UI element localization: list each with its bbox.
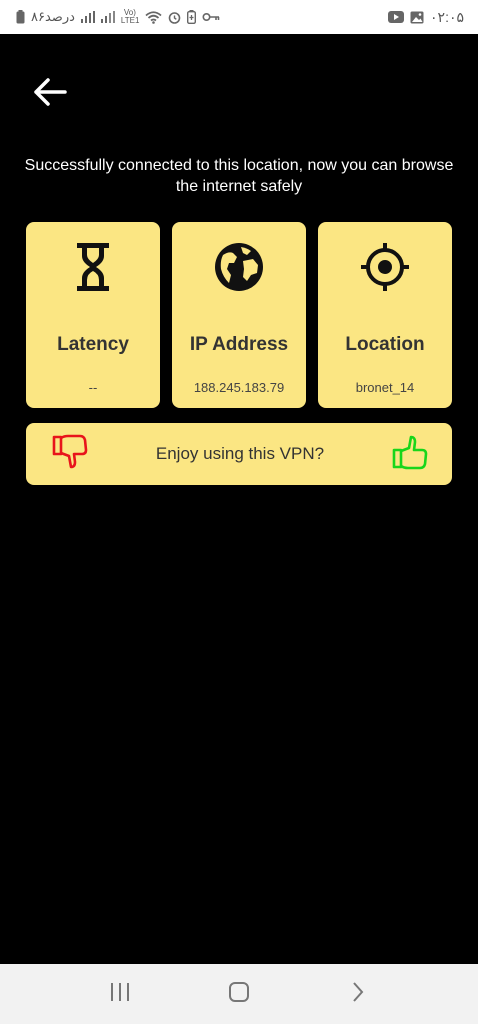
ip-address-card: IP Address 188.245.183.79 xyxy=(172,222,306,408)
network-type: Vo) LTE1 xyxy=(120,8,140,25)
alarm-icon xyxy=(168,11,181,24)
back-button[interactable] xyxy=(28,72,72,116)
system-back-button[interactable] xyxy=(333,969,383,1019)
latency-value: -- xyxy=(88,380,98,395)
signal-icon xyxy=(100,11,115,23)
info-cards: Latency -- IP Address 188.245.183.79 Loc… xyxy=(26,222,452,408)
home-button[interactable] xyxy=(214,969,264,1019)
thumbs-up-icon xyxy=(392,434,428,475)
battery-icon xyxy=(16,10,25,24)
latency-card: Latency -- xyxy=(26,222,160,408)
location-title: Location xyxy=(345,334,425,355)
back-icon xyxy=(351,981,365,1008)
ip-address-title: IP Address xyxy=(189,334,289,355)
like-button[interactable] xyxy=(390,434,430,474)
battery-percent: ٨۶درصد xyxy=(31,9,75,24)
status-bar-left: ٨۶درصد Vo) LTE1 xyxy=(16,9,220,25)
ip-address-value: 188.245.183.79 xyxy=(193,380,285,395)
location-value: bronet_14 xyxy=(355,380,415,395)
battery-saver-icon xyxy=(186,10,196,24)
location-card: Location bronet_14 xyxy=(318,222,452,408)
system-nav-bar xyxy=(0,964,478,1024)
connection-message: Successfully connected to this location,… xyxy=(24,157,454,195)
wifi-icon xyxy=(145,10,162,24)
signal-icon xyxy=(80,11,95,23)
gallery-icon xyxy=(410,11,424,24)
thumbs-down-icon xyxy=(52,434,88,475)
arrow-left-icon xyxy=(32,77,68,112)
recent-apps-icon xyxy=(109,982,131,1007)
feedback-bar: Enjoy using this VPN? xyxy=(26,423,452,485)
dislike-button[interactable] xyxy=(50,434,90,474)
youtube-icon xyxy=(388,11,405,23)
globe-icon xyxy=(213,240,265,294)
vpn-key-icon xyxy=(202,12,220,22)
latency-title: Latency xyxy=(57,334,129,355)
feedback-question: Enjoy using this VPN? xyxy=(155,444,325,463)
recent-apps-button[interactable] xyxy=(95,969,145,1019)
clock: ۰۲:۰۵ xyxy=(430,8,464,25)
home-icon xyxy=(228,981,250,1008)
hourglass-icon xyxy=(76,240,110,294)
crosshair-icon xyxy=(359,240,411,294)
status-bar-right: ۰۲:۰۵ xyxy=(388,9,464,26)
status-bar: ٨۶درصد Vo) LTE1 ۰۲:۰۵ xyxy=(0,0,478,34)
